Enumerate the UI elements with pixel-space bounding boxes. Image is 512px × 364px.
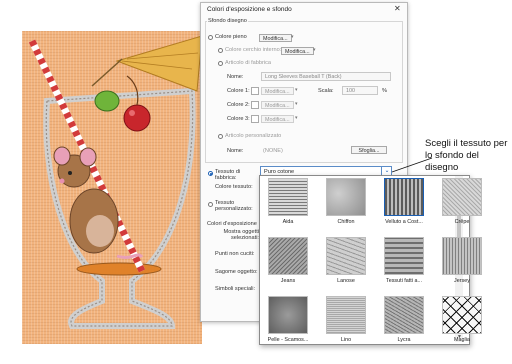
callout-pointer	[391, 157, 433, 173]
callout-text: Scegli il tessuto per lo sfondo del dise…	[425, 138, 508, 173]
